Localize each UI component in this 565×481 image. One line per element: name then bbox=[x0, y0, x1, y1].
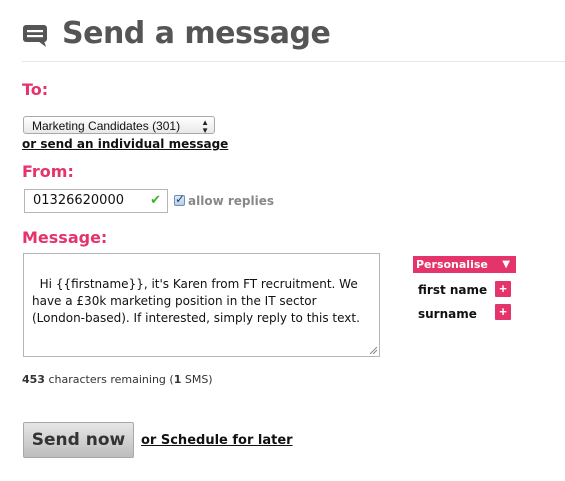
checkmark-icon: ✓ bbox=[175, 192, 186, 206]
message-label: Message: bbox=[22, 228, 108, 247]
add-first-name-button[interactable]: + bbox=[495, 281, 511, 297]
header-divider bbox=[22, 61, 565, 62]
add-surname-button[interactable]: + bbox=[495, 304, 511, 320]
recipient-select[interactable]: Marketing Candidates (301) ▲ ▼ bbox=[23, 116, 215, 135]
message-textarea[interactable]: Hi {{firstname}}, it's Karen from FT rec… bbox=[23, 253, 380, 357]
valid-check-icon: ✔ bbox=[150, 193, 161, 208]
personalise-item-surname: surname bbox=[418, 307, 477, 321]
allow-replies-checkbox[interactable]: ✓ bbox=[174, 192, 186, 206]
character-counter: 453 characters remaining (1 SMS) bbox=[22, 373, 213, 386]
from-label: From: bbox=[22, 162, 74, 181]
recipient-select-value: Marketing Candidates (301) bbox=[32, 119, 181, 133]
chars-remaining: 453 bbox=[22, 373, 45, 386]
personalise-dropdown[interactable]: Personalise ▼ bbox=[413, 256, 516, 273]
message-text: Hi {{firstname}}, it's Karen from FT rec… bbox=[32, 277, 362, 325]
from-number-input[interactable]: 01326620000 ✔ bbox=[24, 189, 168, 213]
resize-grip-icon[interactable] bbox=[369, 346, 377, 354]
chars-text: characters remaining ( bbox=[44, 373, 174, 386]
personalise-title: Personalise bbox=[416, 258, 488, 271]
page-title: Send a message bbox=[62, 16, 331, 51]
from-number-value: 01326620000 bbox=[33, 193, 124, 208]
page-header: Send a message bbox=[22, 14, 565, 62]
individual-message-link[interactable]: or send an individual message bbox=[22, 137, 228, 151]
allow-replies-label: allow replies bbox=[188, 194, 274, 208]
personalise-item-first-name: first name bbox=[418, 283, 488, 297]
schedule-later-link[interactable]: or Schedule for later bbox=[141, 433, 293, 448]
send-now-button[interactable]: Send now bbox=[23, 422, 134, 458]
sms-suffix: SMS) bbox=[181, 373, 213, 386]
chat-bubble-icon bbox=[23, 25, 47, 47]
to-label: To: bbox=[22, 80, 49, 99]
select-arrows-icon: ▲ ▼ bbox=[201, 118, 209, 135]
caret-down-icon: ▼ bbox=[502, 259, 510, 270]
